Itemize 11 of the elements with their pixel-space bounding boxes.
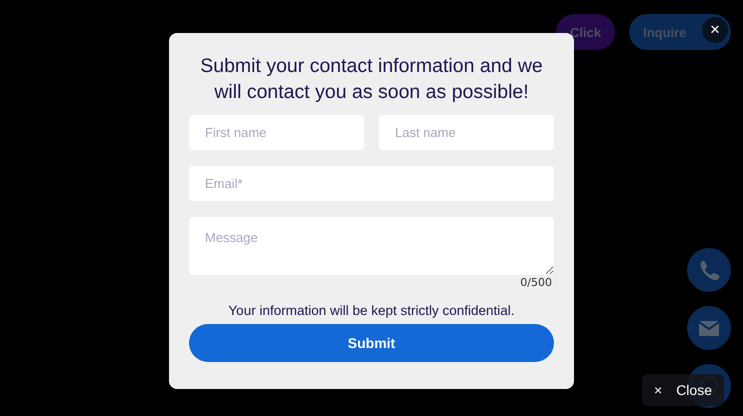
email-field[interactable]: Email* — [189, 166, 554, 201]
last-name-field[interactable]: Last name — [379, 115, 554, 150]
phone-icon[interactable] — [687, 248, 731, 292]
submit-button[interactable]: Submit — [189, 324, 554, 362]
confidentiality-note: Your information will be kept strictly confidential. — [227, 303, 516, 318]
first-name-field[interactable]: First name — [189, 115, 364, 150]
character-counter: 0/500 — [520, 276, 552, 289]
message-field[interactable]: Message — [189, 217, 554, 275]
close-toast[interactable]: × Close — [642, 374, 724, 406]
dialog-title: Submit your contact information and we will contact you as soon as possible! — [199, 54, 544, 105]
mail-icon[interactable] — [687, 306, 731, 350]
